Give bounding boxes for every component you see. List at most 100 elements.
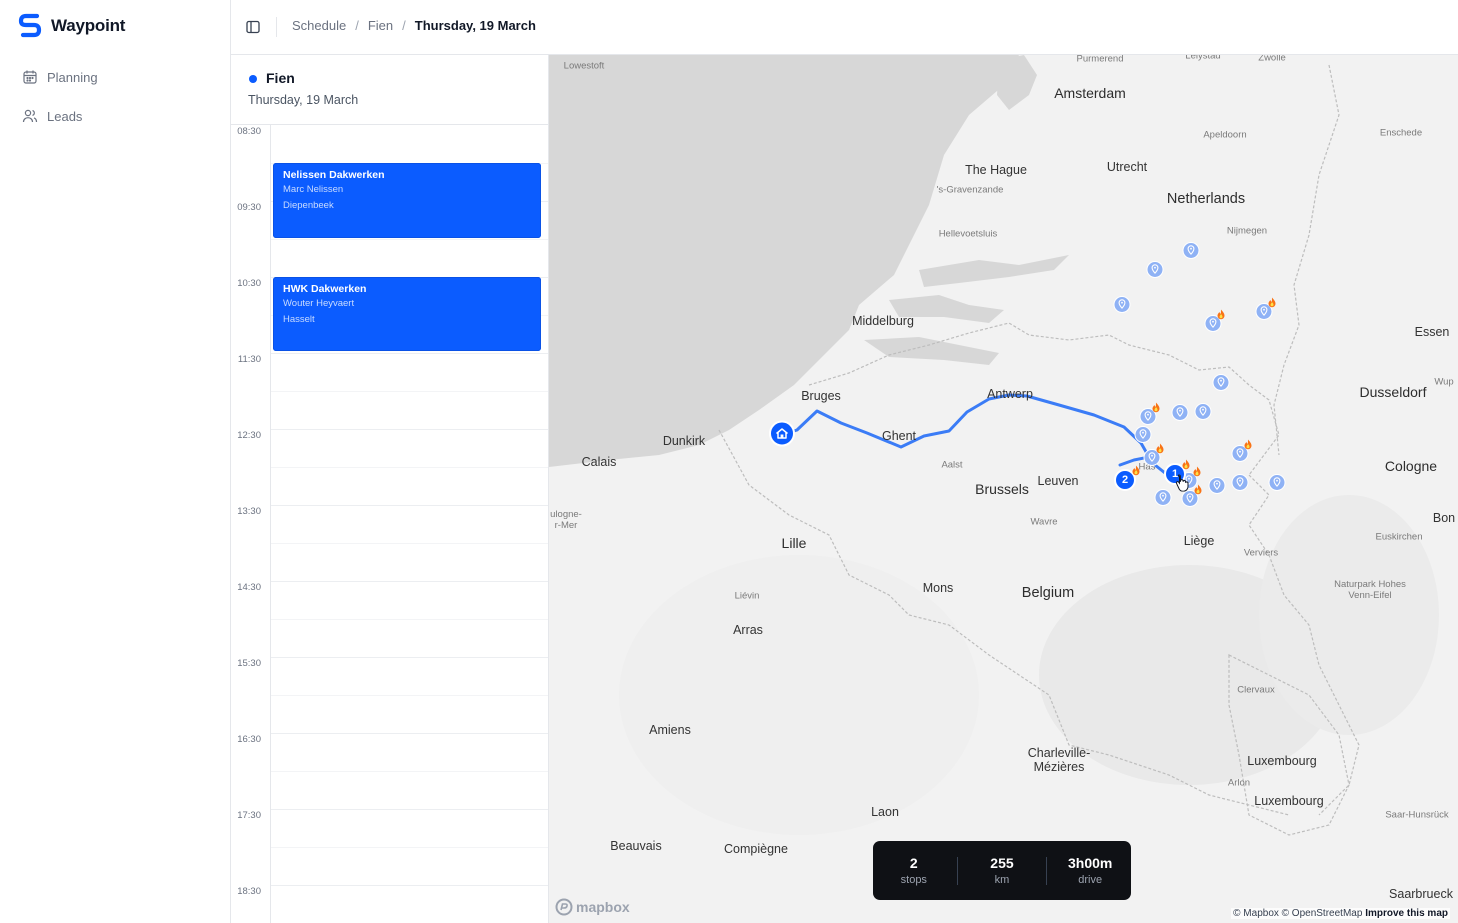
map-label-hellevoetsluis: Hellevoetsluis [938, 228, 998, 240]
map-label-dunkirk: Dunkirk [662, 434, 706, 448]
timeline[interactable]: Nelissen Dakwerken Marc Nelissen Diepenb… [231, 125, 548, 923]
appointment-contact: Marc Nelissen [283, 184, 344, 195]
lead-pin-icon[interactable] [1268, 474, 1286, 497]
map-label-verviers: Verviers [1243, 547, 1279, 559]
lead-pin-icon[interactable] [1134, 426, 1152, 449]
lead-pin-icon[interactable] [1146, 261, 1164, 284]
map-label-nijmegen: Nijmegen [1226, 225, 1268, 237]
map-label-compiegne: Compiègne [724, 842, 788, 856]
hour-line [271, 353, 548, 354]
map-label-boulogne: ulogne- r-Mer [550, 509, 582, 531]
map-label-beauvais: Beauvais [610, 839, 662, 853]
hot-lead-flame-icon [1152, 400, 1161, 418]
map-label-calais: Calais [581, 455, 617, 469]
time-gutter-line [270, 125, 271, 923]
map-label-cologne: Cologne [1384, 458, 1438, 474]
map-label-arras: Arras [733, 623, 763, 637]
stat-value: 3h00m [1067, 854, 1113, 871]
map-label-wavre: Wavre [1030, 516, 1058, 528]
map-label-purmerend: Purmerend [1076, 55, 1124, 65]
hot-lead-flame-icon [1244, 437, 1253, 455]
map-label-dusseldorf: Dusseldorf [1359, 384, 1427, 400]
appointment-contact: Wouter Heyvaert [283, 298, 355, 309]
calendar-icon [23, 70, 37, 84]
half-hour-line [271, 847, 548, 848]
map-label-lille: Lille [781, 535, 807, 551]
person-color-dot [249, 75, 257, 83]
appointment-card[interactable]: HWK Dakwerken Wouter Heyvaert Hasselt [273, 277, 541, 351]
lead-pin-icon[interactable] [1194, 403, 1212, 426]
map-label-lelystad: Lelystad [1185, 55, 1221, 62]
lead-pin-icon[interactable] [1154, 489, 1172, 512]
stat-value: 255 [990, 854, 1014, 871]
improve-map-link[interactable]: Improve this map [1365, 908, 1448, 919]
half-hour-line [271, 239, 548, 240]
app-name: Waypoint [51, 16, 126, 35]
appointment-title: Nelissen Dakwerken [283, 169, 385, 181]
half-hour-line [271, 467, 548, 468]
half-hour-line [271, 771, 548, 772]
time-label: 18:30 [237, 886, 261, 897]
hour-line [271, 733, 548, 734]
time-label: 12:30 [237, 430, 261, 441]
map-label-euskirchen: Euskirchen [1375, 531, 1423, 543]
map-label-lievin: Liévin [734, 590, 760, 602]
sidebar-item-label: Leads [47, 108, 83, 124]
hour-line [271, 505, 548, 506]
lead-pin-icon[interactable] [1113, 296, 1131, 319]
attribution-text[interactable]: © Mapbox © OpenStreetMap [1233, 908, 1362, 919]
breadcrumb-person[interactable]: Fien [368, 18, 393, 33]
appointment-location: Hasselt [283, 314, 315, 325]
map-label-utrecht: Utrecht [1106, 160, 1148, 174]
lead-pin-icon[interactable] [1208, 477, 1226, 500]
users-icon [22, 109, 38, 123]
time-label: 11:30 [237, 354, 261, 365]
lead-pin-icon[interactable] [1212, 374, 1230, 397]
home-base-marker[interactable] [768, 420, 796, 453]
lead-pin-icon[interactable] [1231, 474, 1249, 497]
stat-stops: 2 stops [876, 854, 952, 888]
time-label: 09:30 [237, 202, 261, 213]
route-map[interactable]: Lowestoft Purmerend Lelystad Zwolle Amsterda… [549, 55, 1458, 923]
stat-drive-time: 3h00m drive [1052, 854, 1128, 888]
sidebar-toggle-button[interactable] [243, 17, 263, 37]
time-label: 14:30 [237, 582, 261, 593]
app-logo[interactable]: Waypoint [18, 13, 125, 39]
mapbox-logo[interactable]: mapbox [555, 898, 630, 916]
map-label-liege: Liège [1183, 534, 1215, 548]
time-label: 17:30 [237, 810, 261, 821]
map-label-aalst: Aalst [941, 459, 963, 471]
map-label-s-gravenzande: 's-Gravenzande [936, 184, 1004, 196]
top-bar: Schedule / Fien / Thursday, 19 March [231, 0, 1458, 55]
breadcrumb-separator: / [402, 18, 406, 33]
map-label-antwerp: Antwerp [987, 387, 1033, 401]
hot-lead-flame-icon [1217, 307, 1226, 325]
sidebar-item-leads[interactable]: Leads [22, 105, 82, 127]
map-label-brussels: Brussels [975, 481, 1029, 497]
map-label-bruges: Bruges [801, 389, 841, 403]
appointment-card[interactable]: Nelissen Dakwerken Marc Nelissen Diepenb… [273, 163, 541, 238]
schedule-header: Fien Thursday, 19 March [231, 55, 548, 125]
map-label-leuven: Leuven [1037, 474, 1079, 488]
schedule-date: Thursday, 19 March [248, 93, 359, 107]
map-label-luxembourg-region: Luxembourg [1247, 754, 1317, 768]
sidebar-item-label: Planning [47, 69, 98, 85]
appointment-title: HWK Dakwerken [283, 283, 367, 295]
map-label-naturpark: Naturpark Hohes Venn-Eifel [1334, 579, 1406, 601]
map-label-clervaux: Clervaux [1237, 684, 1275, 696]
stat-label: stops [900, 873, 927, 886]
half-hour-line [271, 695, 548, 696]
lead-pin-icon[interactable] [1171, 404, 1189, 427]
mapbox-mark-icon [555, 898, 573, 916]
time-label: 10:30 [237, 278, 261, 289]
breadcrumb-schedule[interactable]: Schedule [292, 18, 346, 33]
sidebar-item-planning[interactable]: Planning [22, 66, 98, 88]
hour-line [271, 581, 548, 582]
map-label-saar-hunsruck: Saar-Hunsrück [1385, 809, 1449, 821]
stat-value: 2 [909, 854, 918, 871]
time-label: 15:30 [237, 658, 261, 669]
hot-lead-flame-icon [1132, 463, 1141, 481]
map-label-middelburg: Middelburg [852, 314, 914, 328]
lead-pin-icon[interactable] [1182, 242, 1200, 265]
half-hour-line [271, 619, 548, 620]
